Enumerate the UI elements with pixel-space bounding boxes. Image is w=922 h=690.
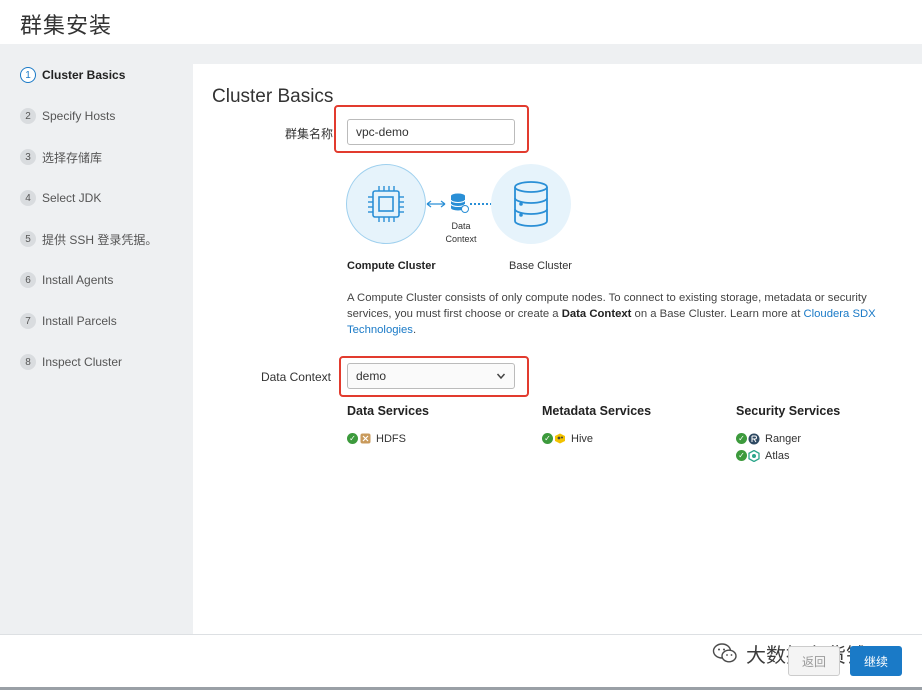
metadata-services-title: Metadata Services (542, 404, 652, 418)
step-label: 选择存储库 (42, 150, 103, 165)
step-number: 7 (20, 313, 36, 329)
main-content: Cluster Basics 群集名称 vpc-demo Data Contex… (193, 64, 922, 634)
continue-button[interactable]: 继续 (850, 646, 902, 676)
description-part3: . (412, 324, 417, 336)
step-number: 2 (20, 108, 36, 124)
hive-icon (554, 433, 566, 445)
back-button[interactable]: 返回 (788, 646, 840, 676)
cpu-chip-icon (368, 186, 404, 222)
atlas-icon (748, 449, 760, 462)
description-bold: Data Context (561, 308, 632, 320)
metadata-services-column: Metadata Services ✓ Hive (542, 404, 651, 447)
data-context-icon (450, 193, 469, 213)
data-context-line1: Data (451, 221, 471, 231)
service-item: ✓ HDFS (347, 430, 429, 447)
page-title: 群集安装 (20, 14, 113, 39)
step-number: 4 (20, 190, 36, 206)
data-services-title: Data Services (347, 404, 430, 418)
data-services-column: Data Services ✓ HDFS (347, 404, 429, 447)
check-icon: ✓ (736, 450, 747, 461)
service-name: Hive (571, 432, 594, 445)
step-label: Specify Hosts (42, 109, 116, 123)
wizard-footer: 大数据杂货铺 返回 继续 (0, 634, 922, 690)
service-item: ✓ Hive (542, 430, 651, 447)
service-name: Ranger (765, 432, 802, 445)
service-name: HDFS (376, 432, 406, 445)
step-install-agents[interactable]: 6 Install Agents (20, 270, 113, 290)
database-icon (514, 181, 548, 227)
wizard-sidebar: 1 Cluster Basics 2 Specify Hosts 3 选择存储库… (0, 64, 193, 634)
double-arrow-icon (426, 200, 446, 208)
step-number: 6 (20, 272, 36, 288)
step-select-jdk[interactable]: 4 Select JDK (20, 188, 101, 208)
description-text: A Compute Cluster consists of only compu… (347, 290, 887, 338)
step-select-repository[interactable]: 3 选择存储库 (20, 147, 102, 167)
data-context-select[interactable]: demo (347, 363, 515, 389)
step-ssh-credentials[interactable]: 5 提供 SSH 登录凭据。 (20, 229, 157, 249)
description-part2: on a Base Cluster. Learn more at (631, 308, 804, 320)
step-label: Inspect Cluster (42, 355, 123, 369)
cluster-name-input[interactable] (347, 119, 515, 145)
step-number: 3 (20, 149, 36, 165)
step-label: Cluster Basics (42, 68, 126, 82)
service-item: ✓ Ranger (736, 430, 840, 447)
data-context-caption: Data Context (439, 220, 483, 246)
data-context-label: Data Context (260, 370, 331, 384)
cluster-name-label: 群集名称 (284, 127, 333, 141)
step-install-parcels[interactable]: 7 Install Parcels (20, 311, 117, 331)
step-label: 提供 SSH 登录凭据。 (42, 232, 158, 247)
header-divider (0, 44, 922, 64)
base-cluster-circle (491, 164, 571, 244)
step-label: Select JDK (42, 191, 102, 205)
security-services-title: Security Services (736, 404, 841, 418)
check-icon: ✓ (736, 433, 747, 444)
top-header: 群集安装 (0, 0, 922, 44)
step-cluster-basics[interactable]: 1 Cluster Basics (20, 65, 125, 85)
compute-cluster-circle (346, 164, 426, 244)
service-item: ✓ Atlas (736, 447, 840, 464)
step-number: 8 (20, 354, 36, 370)
check-icon: ✓ (542, 433, 553, 444)
step-number: 5 (20, 231, 36, 247)
compute-cluster-label: Compute Cluster (347, 260, 436, 272)
hdfs-icon (359, 433, 371, 445)
data-context-selected: demo (356, 369, 387, 383)
security-services-column: Security Services ✓ Ranger ✓ Atlas (736, 404, 840, 464)
step-number: 1 (20, 67, 36, 83)
data-context-line2: Context (445, 234, 477, 244)
ranger-icon (748, 433, 760, 445)
step-specify-hosts[interactable]: 2 Specify Hosts (20, 106, 115, 126)
service-name: Atlas (765, 449, 790, 462)
step-label: Install Parcels (42, 314, 117, 328)
chevron-down-icon (496, 373, 506, 380)
base-cluster-label: Base Cluster (509, 260, 572, 272)
check-icon: ✓ (347, 433, 358, 444)
wechat-icon (712, 643, 737, 663)
section-title: Cluster Basics (212, 86, 334, 107)
step-label: Install Agents (42, 273, 114, 287)
step-inspect-cluster[interactable]: 8 Inspect Cluster (20, 352, 122, 372)
